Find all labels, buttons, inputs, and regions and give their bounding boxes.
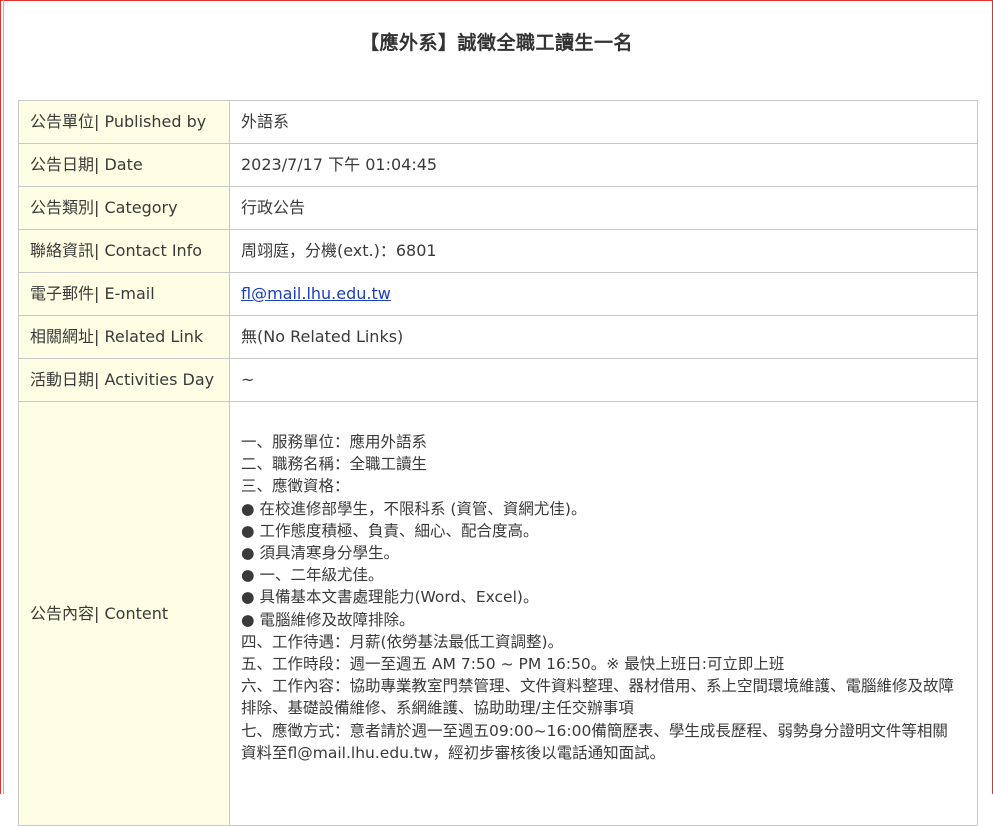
content-line: 六、工作內容：協助專業教室門禁管理、文件資料整理、器材借用、系上空間環境維護、電… [241, 677, 955, 718]
table-row-date: 公告日期| Date 2023/7/17 下午 01:04:45 [18, 143, 978, 187]
content-line: 三、應徵資格： [241, 477, 350, 496]
table-row-content: 公告內容| Content 一、服務單位：應用外語系 二、職務名稱：全職工讀生 … [18, 401, 978, 826]
label-category: 公告類別| Category [18, 186, 230, 230]
value-email: fl@mail.lhu.edu.tw [229, 272, 978, 316]
content-line: 四、工作待遇：月薪(依勞基法最低工資調整)。 [241, 632, 564, 651]
label-related-link: 相關網址| Related Link [18, 315, 230, 359]
table-row-contact-info: 聯絡資訊| Contact Info 周翊庭，分機(ext.)：6801 [18, 229, 978, 273]
email-link[interactable]: fl@mail.lhu.edu.tw [241, 284, 391, 303]
value-date: 2023/7/17 下午 01:04:45 [229, 143, 978, 187]
value-contact-info: 周翊庭，分機(ext.)：6801 [229, 229, 978, 273]
label-email: 電子郵件| E-mail [18, 272, 230, 316]
content-line: 二、職務名稱：全職工讀生 [241, 455, 428, 474]
announcement-table: 公告單位| Published by 外語系 公告日期| Date 2023/7… [18, 100, 978, 826]
value-published-by: 外語系 [229, 100, 978, 144]
left-edge-marker [0, 0, 4, 794]
label-activities-day: 活動日期| Activities Day [18, 358, 230, 402]
label-content: 公告內容| Content [18, 401, 230, 826]
table-row-published-by: 公告單位| Published by 外語系 [18, 100, 978, 144]
table-row-category: 公告類別| Category 行政公告 [18, 186, 978, 230]
content-line: ● 在校進修部學生，不限科系 (資管、資網尤佳)。 [241, 499, 587, 518]
table-row-email: 電子郵件| E-mail fl@mail.lhu.edu.tw [18, 272, 978, 316]
content-line: ● 工作態度積極、負責、細心、配合度高。 [241, 521, 539, 540]
value-related-link: 無(No Related Links) [229, 315, 978, 359]
table-row-activities-day: 活動日期| Activities Day ~ [18, 358, 978, 402]
content-line: 一、服務單位：應用外語系 [241, 433, 428, 451]
content-line: ● 電腦維修及故障排除。 [241, 610, 415, 629]
content-line: 七、應徵方式：意者請於週一至週五09:00~16:00備簡歷表、學生成長歷程、弱… [241, 721, 948, 762]
content-line: ● 具備基本文書處理能力(Word、Excel)。 [241, 588, 539, 607]
label-contact-info: 聯絡資訊| Contact Info [18, 229, 230, 273]
label-date: 公告日期| Date [18, 143, 230, 187]
page-title: 【應外系】誠徵全職工讀生一名 [359, 32, 633, 54]
content-line: 五、工作時段：週一至週五 AM 7:50 ~ PM 16:50。※ 最快上班日:… [241, 655, 785, 674]
value-category: 行政公告 [229, 186, 978, 230]
table-row-related-link: 相關網址| Related Link 無(No Related Links) [18, 315, 978, 359]
value-activities-day: ~ [229, 358, 978, 402]
content-line: ● 一、二年級尤佳。 [241, 566, 384, 585]
content-line: ● 須具清寒身分學生。 [241, 544, 399, 563]
value-content: 一、服務單位：應用外語系 二、職務名稱：全職工讀生 三、應徵資格： ● 在校進修… [229, 401, 978, 826]
label-published-by: 公告單位| Published by [18, 100, 230, 144]
